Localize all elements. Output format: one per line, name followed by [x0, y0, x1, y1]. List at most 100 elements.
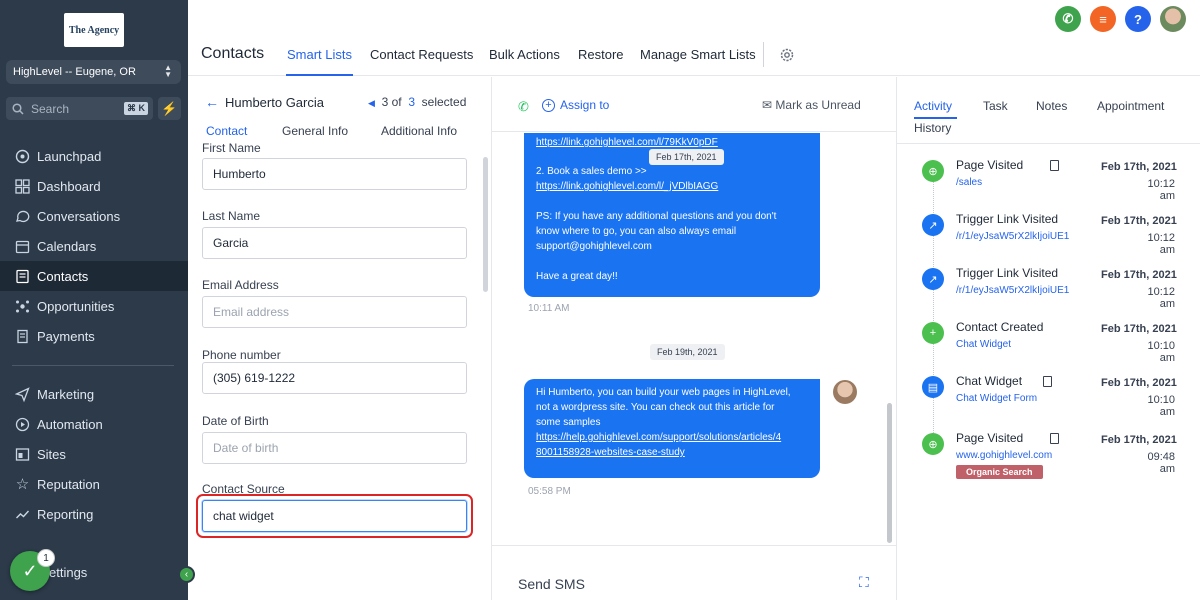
- quick-actions-button[interactable]: ⚡: [158, 97, 181, 120]
- assign-to-button[interactable]: + Assign to: [542, 98, 609, 112]
- event-detail-link[interactable]: www.gohighlevel.com: [956, 450, 1052, 461]
- message-link[interactable]: https://help.gohighlevel.com/support/sol…: [536, 430, 808, 445]
- search-shortcut: ⌘ K: [124, 102, 148, 115]
- nav-automation[interactable]: Automation: [0, 409, 188, 439]
- arrow-left-icon: ←: [205, 94, 219, 110]
- email-label: Email Address: [202, 278, 279, 292]
- tab-contact-requests[interactable]: Contact Requests: [370, 47, 473, 62]
- message-time: 05:58 PM: [528, 486, 571, 497]
- pager-of: of: [391, 95, 402, 109]
- globe-icon: ⊕: [922, 160, 944, 182]
- tab-task[interactable]: Task: [983, 99, 1008, 113]
- envelope-icon: ✉: [762, 98, 773, 112]
- tasks-button[interactable]: ≡: [1090, 6, 1116, 32]
- location-switcher[interactable]: HighLevel -- Eugene, OR ▲ ▼: [6, 60, 181, 84]
- event-title: Chat Widget: [956, 374, 1023, 388]
- reputation-icon: ☆: [15, 476, 30, 493]
- date-separator: Feb 19th, 2021: [650, 344, 725, 360]
- event-detail-link[interactable]: /r/1/eyJsaW5rX2lkIjoiUE1: [956, 285, 1069, 296]
- nav-calendars[interactable]: Calendars: [0, 231, 188, 261]
- tab-general-info[interactable]: General Info: [282, 124, 348, 138]
- tab-notes[interactable]: Notes: [1036, 99, 1067, 113]
- user-avatar[interactable]: [1160, 6, 1186, 32]
- contact-details-panel: ← Humberto Garcia ◀ 3 of 3 selected Cont…: [188, 77, 492, 600]
- launchpad-icon: [14, 148, 31, 165]
- nav-contacts[interactable]: Contacts: [0, 261, 188, 291]
- tab-manage-smart-lists[interactable]: Manage Smart Lists: [640, 47, 756, 62]
- nav-label: Contacts: [37, 268, 89, 284]
- tab-appointment[interactable]: Appointment: [1097, 99, 1164, 113]
- organic-search-badge: Organic Search: [956, 465, 1043, 479]
- nav-payments[interactable]: Payments: [0, 321, 188, 351]
- message-time: 10:11 AM: [528, 303, 570, 314]
- notification-count-badge: 1: [37, 549, 55, 567]
- help-icon: ?: [1134, 11, 1142, 27]
- history-label: History: [914, 121, 952, 135]
- clipboard-icon[interactable]: [1042, 376, 1052, 387]
- phone-field[interactable]: (305) 619-1222: [202, 362, 467, 394]
- phone-button[interactable]: ✆: [1055, 6, 1081, 32]
- tab-restore[interactable]: Restore: [578, 47, 624, 62]
- send-sms-tab[interactable]: Send SMS: [518, 576, 585, 592]
- nav-label: Sites: [37, 446, 66, 462]
- event-date: Feb 17th, 2021: [1101, 377, 1177, 389]
- phone-icon[interactable]: ✆: [518, 99, 529, 115]
- nav-label: Reporting: [37, 506, 94, 522]
- event-time: 10:12 am: [1147, 178, 1175, 202]
- last-name-field[interactable]: Garcia: [202, 227, 467, 259]
- nav-conversations[interactable]: Conversations: [0, 201, 188, 231]
- prev-record-icon[interactable]: ◀: [368, 98, 375, 108]
- conversation-scrollbar[interactable]: [887, 403, 892, 543]
- nav-label: Conversations: [37, 208, 121, 224]
- back-to-list[interactable]: ← Humberto Garcia: [205, 94, 324, 110]
- globe-icon: ⊕: [922, 433, 944, 455]
- clipboard-icon[interactable]: [1049, 160, 1059, 171]
- activity-panel: Activity Task Notes Appointment History …: [897, 77, 1200, 600]
- app: The Agency HighLevel -- Eugene, OR ▲ ▼ Se…: [0, 0, 1200, 600]
- event-detail-link[interactable]: Chat Widget: [956, 339, 1011, 350]
- expand-icon[interactable]: ⛶: [859, 574, 869, 591]
- event-detail-link[interactable]: /r/1/eyJsaW5rX2lkIjoiUE1: [956, 231, 1069, 242]
- nav-reporting[interactable]: Reporting: [0, 499, 188, 529]
- pager-position: 3: [381, 95, 389, 109]
- opportunities-icon: [14, 298, 31, 315]
- event-detail-link[interactable]: Chat Widget Form: [956, 393, 1037, 404]
- nav-dashboard[interactable]: Dashboard: [0, 171, 188, 201]
- activity-header-divider: [897, 143, 1200, 144]
- contacts-icon: [14, 268, 31, 285]
- contact-source-field[interactable]: chat widget: [202, 500, 467, 532]
- reporting-icon: [14, 506, 31, 523]
- message-text: 2. Book a sales demo >>: [536, 166, 647, 177]
- first-name-field[interactable]: Humberto: [202, 158, 467, 190]
- nav-opportunities[interactable]: Opportunities: [0, 291, 188, 321]
- gear-icon[interactable]: [778, 46, 796, 64]
- email-field[interactable]: Email address: [202, 296, 467, 328]
- dob-field[interactable]: Date of birth: [202, 432, 467, 464]
- help-button[interactable]: ?: [1125, 6, 1151, 32]
- nav-label: Opportunities: [37, 298, 115, 314]
- message-text: not a wordpress site. You can check out …: [536, 402, 775, 413]
- agency-logo[interactable]: The Agency: [64, 13, 124, 47]
- message-link[interactable]: https://link.gohighlevel.com/l/79KkV0pDF: [536, 135, 808, 150]
- tab-bulk-actions[interactable]: Bulk Actions: [489, 47, 560, 62]
- nav-marketing[interactable]: Marketing: [0, 379, 188, 409]
- clipboard-icon[interactable]: [1049, 433, 1059, 444]
- message-link[interactable]: https://link.gohighlevel.com/l/_jVDlbIAG…: [536, 179, 808, 194]
- dob-label: Date of Birth: [202, 414, 269, 428]
- tab-contact[interactable]: Contact: [206, 124, 247, 138]
- tab-additional-info[interactable]: Additional Info: [381, 124, 457, 138]
- message-link[interactable]: 8001158928-websites-case-study: [536, 445, 808, 460]
- tab-smart-lists[interactable]: Smart Lists: [287, 47, 352, 62]
- search-input[interactable]: Search ⌘ K: [6, 97, 153, 120]
- mark-unread-button[interactable]: ✉ Mark as Unread: [762, 98, 861, 112]
- nav-reputation[interactable]: ☆ Reputation: [0, 469, 188, 499]
- nav-sites[interactable]: Sites: [0, 439, 188, 469]
- nav-launchpad[interactable]: Launchpad: [0, 141, 188, 171]
- event-detail-link[interactable]: /sales: [956, 177, 982, 188]
- record-pager: ◀ 3 of 3 selected: [368, 95, 466, 109]
- nav-label: Reputation: [37, 476, 100, 492]
- form-scrollbar[interactable]: [483, 157, 488, 292]
- top-bar: Contacts Smart Lists Contact Requests Bu…: [188, 0, 1200, 76]
- nav-label: Marketing: [37, 386, 95, 402]
- tab-activity[interactable]: Activity: [914, 99, 952, 113]
